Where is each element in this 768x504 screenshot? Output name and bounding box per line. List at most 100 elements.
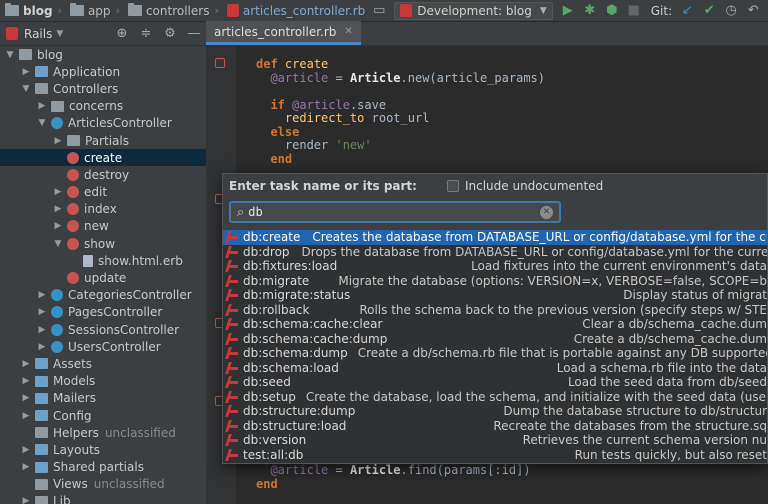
breadcrumb-item[interactable]: blog › <box>0 0 65 22</box>
run-icon[interactable]: ▶ <box>557 0 579 22</box>
collapse-arrow-icon[interactable]: ▶ <box>20 393 32 403</box>
tree-item-partials[interactable]: ▶ Partials <box>0 132 206 149</box>
task-item-db-schema-load[interactable]: db:schema:load Load a schema.rb file into… <box>223 361 767 376</box>
coverage-icon[interactable]: ⬢ <box>601 0 623 22</box>
tree-item-index[interactable]: ▶ index <box>0 201 206 218</box>
expand-arrow-icon[interactable]: ▼ <box>4 50 16 60</box>
task-item-db-seed[interactable]: db:seed Load the seed data from db/seed <box>223 375 767 390</box>
task-item-test-all-db[interactable]: test:all:db Run tests quickly, but also r… <box>223 448 767 463</box>
collapse-arrow-icon[interactable]: ▶ <box>52 204 64 214</box>
action-icon <box>67 186 79 199</box>
include-undocumented-checkbox[interactable] <box>446 180 459 192</box>
include-undocumented-label[interactable]: Include undocumented <box>465 179 603 193</box>
close-icon[interactable]: ✕ <box>344 26 352 37</box>
tree-item-destroy[interactable]: destroy <box>0 166 206 183</box>
task-item-db-drop[interactable]: db:drop Drops the database from DATABASE_… <box>223 245 767 260</box>
expand-arrow-icon[interactable]: ▼ <box>36 118 48 128</box>
editor-tab-bar: articles_controller.rb ✕ <box>206 21 768 46</box>
collapse-arrow-icon[interactable]: ▶ <box>52 187 64 197</box>
tree-item-blog[interactable]: ▼ blog <box>0 46 206 63</box>
gear-icon[interactable]: ⚙ <box>158 26 182 41</box>
tree-item-helpers[interactable]: Helpers unclassified <box>0 424 206 441</box>
collapse-arrow-icon[interactable]: ▶ <box>20 359 32 369</box>
project-view-title[interactable]: Rails <box>24 27 52 41</box>
breadcrumb-label: controllers <box>145 3 210 18</box>
tab-articles-controller[interactable]: articles_controller.rb ✕ <box>206 21 361 45</box>
task-item-db-rollback[interactable]: db:rollback Rolls the schema back to the … <box>223 303 767 318</box>
tree-item-categoriescontroller[interactable]: ▶ CategoriesController <box>0 287 206 304</box>
debug-icon[interactable]: ✱ <box>579 0 601 22</box>
collapse-arrow-icon[interactable]: ▶ <box>20 411 32 421</box>
tree-item-controllers[interactable]: ▼ Controllers <box>0 80 206 97</box>
tree-item-articlescontroller[interactable]: ▼ ArticlesController <box>0 115 206 132</box>
expand-arrow-icon[interactable]: ▼ <box>20 84 32 94</box>
collapse-arrow-icon[interactable]: ▶ <box>36 307 48 317</box>
chevron-down-icon[interactable]: ▼ <box>56 29 63 39</box>
rake-task-icon <box>226 318 238 330</box>
tree-item-concerns[interactable]: ▶ concerns <box>0 98 206 115</box>
tree-item-show-html-erb[interactable]: show.html.erb <box>0 252 206 269</box>
tree-item-userscontroller[interactable]: ▶ UsersController <box>0 338 206 355</box>
layout-icon[interactable]: ▭ <box>368 0 390 22</box>
tree-item-mailers[interactable]: ▶ Mailers <box>0 390 206 407</box>
git-update-icon[interactable]: ↙ <box>676 0 698 22</box>
collapse-arrow-icon[interactable]: ▶ <box>36 101 48 111</box>
git-revert-icon[interactable]: ↶ <box>742 0 764 22</box>
task-item-db-structure-load[interactable]: db:structure:load Recreate the databases … <box>223 419 767 434</box>
tree-item-show[interactable]: ▼ show <box>0 235 206 252</box>
task-search-input[interactable]: ⌕ db ✕ <box>229 201 561 223</box>
task-item-db-fixtures-load[interactable]: db:fixtures:load Load fixtures into the c… <box>223 259 767 274</box>
task-item-db-migrate[interactable]: db:migrate Migrate the database (options:… <box>223 274 767 289</box>
collapse-arrow-icon[interactable]: ▶ <box>36 325 48 335</box>
collapse-arrow-icon[interactable]: ▶ <box>36 290 48 300</box>
git-history-icon[interactable]: ◷ <box>720 0 742 22</box>
task-item-db-schema-cache-clear[interactable]: db:schema:cache:clear Clear a db/schema_c… <box>223 317 767 332</box>
task-item-db-version[interactable]: db:version Retrieves the current schema v… <box>223 433 767 448</box>
tree-item-models[interactable]: ▶ Models <box>0 373 206 390</box>
run-configuration-select[interactable]: Development: blog ▼ <box>394 1 553 20</box>
tree-item-shared-partials[interactable]: ▶ Shared partials <box>0 459 206 476</box>
tree-item-label: Layouts <box>53 442 101 457</box>
task-item-db-structure-dump[interactable]: db:structure:dump Dump the database struc… <box>223 404 767 419</box>
tree-item-lib[interactable]: ▶ Lib <box>0 493 206 504</box>
tree-item-assets[interactable]: ▶ Assets <box>0 355 206 372</box>
tree-item-config[interactable]: ▶ Config <box>0 407 206 424</box>
breakpoint-icon[interactable] <box>215 58 225 68</box>
rails-icon <box>400 4 413 17</box>
tree-item-create[interactable]: create <box>0 149 206 167</box>
collapse-arrow-icon[interactable]: ▶ <box>52 221 64 231</box>
tree-item-sessionscontroller[interactable]: ▶ SessionsController <box>0 321 206 338</box>
tree-item-label: Lib <box>53 494 71 504</box>
collapse-arrow-icon[interactable]: ▶ <box>20 376 32 386</box>
task-item-db-schema-dump[interactable]: db:schema:dump Create a db/schema.rb file… <box>223 346 767 361</box>
stop-icon[interactable]: ■ <box>623 0 645 22</box>
breadcrumb-item[interactable]: articles_controller.rb <box>222 0 368 22</box>
tree-item-update[interactable]: update <box>0 269 206 286</box>
breadcrumb-item[interactable]: app › <box>65 0 123 22</box>
clear-search-icon[interactable]: ✕ <box>540 205 553 219</box>
collapse-arrow-icon[interactable]: ▶ <box>20 462 32 472</box>
locate-icon[interactable]: ⊕ <box>110 26 134 41</box>
collapse-arrow-icon[interactable]: ▶ <box>52 136 64 146</box>
tree-item-views[interactable]: Views unclassified <box>0 476 206 493</box>
collapse-all-icon[interactable]: ≑ <box>134 26 158 41</box>
task-item-db-migrate-status[interactable]: db:migrate:status Display status of migra… <box>223 288 767 303</box>
hide-panel-icon[interactable]: — <box>182 26 206 41</box>
collapse-arrow-icon[interactable]: ▶ <box>36 342 48 352</box>
task-description: Rolls the schema back to the previous ve… <box>359 302 767 317</box>
breadcrumb-item[interactable]: controllers › <box>123 0 222 22</box>
tree-item-edit[interactable]: ▶ edit <box>0 184 206 201</box>
tree-item-new[interactable]: ▶ new <box>0 218 206 235</box>
tree-item-application[interactable]: ▶ Application <box>0 63 206 80</box>
task-item-db-create[interactable]: db:create Creates the database from DATAB… <box>223 230 767 245</box>
collapse-arrow-icon[interactable]: ▶ <box>20 67 32 77</box>
expand-arrow-icon[interactable]: ▼ <box>52 239 64 249</box>
collapse-arrow-icon[interactable]: ▶ <box>20 445 32 455</box>
task-item-db-schema-cache-dump[interactable]: db:schema:cache:dump Create a db/schema_c… <box>223 332 767 347</box>
tree-item-pagescontroller[interactable]: ▶ PagesController <box>0 304 206 321</box>
task-item-db-setup[interactable]: db:setup Create the database, load the sc… <box>223 390 767 405</box>
collapse-arrow-icon[interactable]: ▶ <box>20 496 32 504</box>
tree-item-layouts[interactable]: ▶ Layouts <box>0 441 206 458</box>
more-icon[interactable]: ▤ <box>764 0 768 22</box>
git-commit-icon[interactable]: ✔ <box>698 0 720 22</box>
